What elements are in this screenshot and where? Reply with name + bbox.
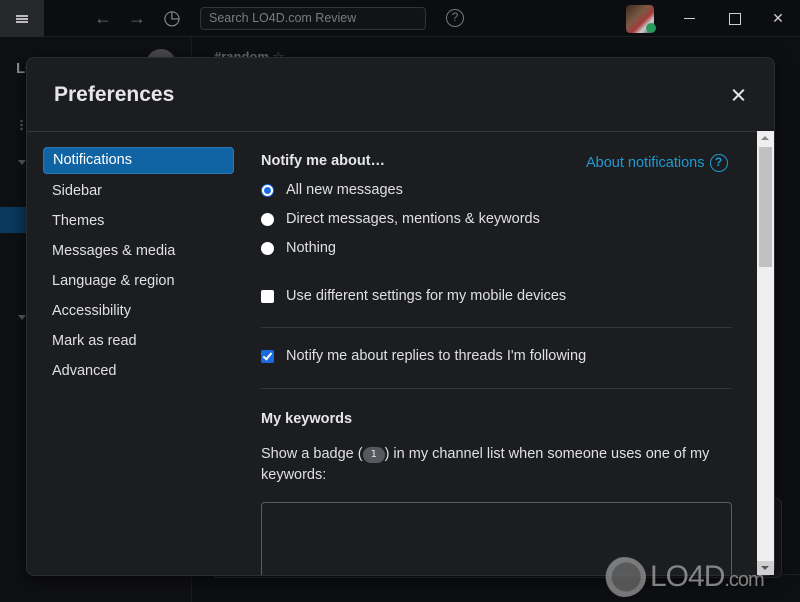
checkbox[interactable] (261, 349, 274, 363)
notify-heading: Notify me about… (261, 153, 386, 169)
nav-item-sidebar[interactable]: Sidebar (43, 177, 234, 207)
window-close-button[interactable]: ✕ (765, 6, 791, 30)
notifications-panel: Notify me about… About notifications ? A… (261, 132, 757, 575)
preferences-modal: Preferences Notifications Sidebar Themes… (26, 57, 775, 576)
section-divider (261, 327, 732, 328)
nav-item-notifications[interactable]: Notifications (43, 147, 234, 174)
checkbox[interactable] (261, 289, 274, 303)
keywords-heading: My keywords (261, 411, 353, 427)
nav-item-mark-as-read[interactable]: Mark as read (43, 327, 234, 357)
modal-title: Preferences (54, 83, 175, 106)
nav-item-themes[interactable]: Themes (43, 207, 234, 237)
radio-button[interactable] (261, 212, 274, 226)
history-clock-icon[interactable]: ◷ (162, 8, 182, 28)
menu-icon (16, 14, 28, 23)
keywords-desc-text: Show a badge ( (261, 446, 363, 462)
lo4d-logo-icon (602, 557, 646, 597)
radio-label: All new messages (286, 182, 403, 198)
threads-checkbox[interactable]: Notify me about replies to threads I'm f… (261, 348, 586, 364)
title-bar: ← → ◷ Search LO4D.com Review ? ✕ (0, 0, 800, 37)
preferences-nav: Notifications Sidebar Themes Messages & … (43, 147, 234, 387)
nav-item-language-region[interactable]: Language & region (43, 267, 234, 297)
checkbox-label: Notify me about replies to threads I'm f… (286, 348, 587, 364)
radio-direct-messages[interactable]: Direct messages, mentions & keywords (261, 211, 540, 227)
radio-label: Direct messages, mentions & keywords (286, 211, 540, 227)
collapse-caret-icon (18, 315, 26, 320)
forward-arrow-icon[interactable]: → (127, 8, 147, 28)
away-status-icon (646, 23, 656, 33)
modal-header: Preferences (27, 58, 774, 132)
search-input[interactable]: Search LO4D.com Review (200, 7, 426, 30)
help-circle-icon: ? (709, 154, 728, 172)
modal-scrollbar[interactable] (757, 131, 774, 575)
radio-nothing[interactable]: Nothing (261, 240, 336, 256)
background-selected-channel (0, 207, 26, 233)
about-notifications-link[interactable]: About notifications ? (586, 154, 728, 172)
badge-example: 1 (362, 447, 385, 463)
back-arrow-icon[interactable]: ← (93, 8, 113, 28)
checkbox-label: Use different settings for my mobile dev… (286, 288, 567, 304)
minimize-button[interactable] (677, 6, 703, 30)
menu-button[interactable] (0, 0, 44, 37)
mobile-settings-checkbox[interactable]: Use different settings for my mobile dev… (261, 288, 566, 304)
section-divider (261, 388, 732, 389)
lo4d-watermark: LO4D.com (602, 552, 800, 602)
nav-item-messages-media[interactable]: Messages & media (43, 237, 234, 267)
radio-button[interactable] (261, 183, 274, 197)
radio-button[interactable] (261, 241, 274, 255)
close-icon[interactable] (725, 82, 751, 108)
nav-item-accessibility[interactable]: Accessibility (43, 297, 234, 327)
about-notifications-label: About notifications (586, 155, 705, 171)
collapse-caret-icon (18, 160, 26, 165)
nav-item-advanced[interactable]: Advanced (43, 357, 234, 387)
scroll-up-arrow-icon[interactable] (757, 131, 774, 145)
keywords-description: Show a badge (1) in my channel list when… (261, 444, 731, 486)
radio-label: Nothing (286, 240, 336, 256)
help-icon[interactable]: ? (446, 9, 464, 27)
radio-all-new-messages[interactable]: All new messages (261, 182, 403, 198)
more-dots-icon (20, 119, 23, 131)
maximize-button[interactable] (721, 6, 747, 30)
scroll-thumb[interactable] (759, 147, 772, 267)
watermark-text: LO4D.com (650, 560, 765, 593)
